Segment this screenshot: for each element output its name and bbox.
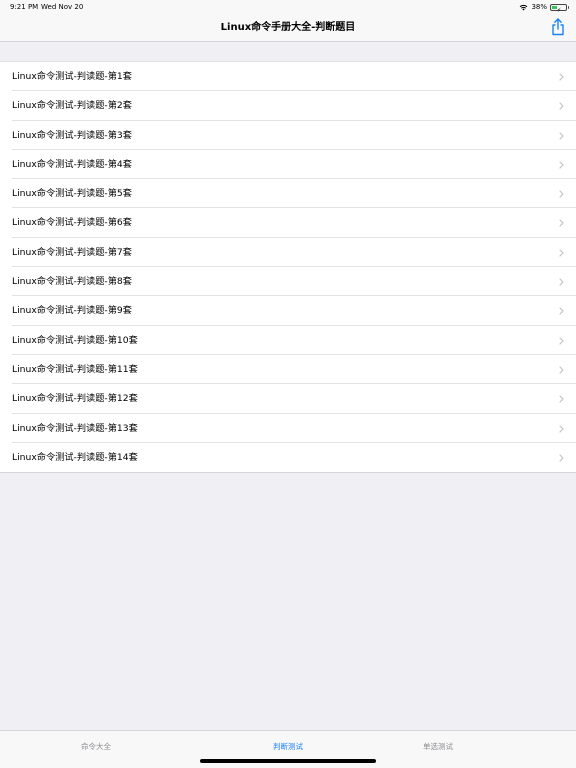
chevron-right-icon <box>559 366 564 374</box>
share-icon[interactable] <box>550 18 566 36</box>
chevron-right-icon <box>559 73 564 81</box>
battery-icon: ⚡ <box>550 3 569 14</box>
list-item[interactable]: Linux命令测试-判读题-第4套 <box>0 150 576 180</box>
list-item-label: Linux命令测试-判读题-第14套 <box>12 451 138 463</box>
list-item[interactable]: Linux命令测试-判读题-第6套 <box>0 208 576 238</box>
list-item-label: Linux命令测试-判读题-第8套 <box>12 276 132 288</box>
list-item[interactable]: Linux命令测试-判读题-第12套 <box>0 384 576 414</box>
tab-single-choice-test[interactable]: 单选测试 <box>382 741 494 752</box>
tab-command-list[interactable]: 命令大全 <box>40 741 152 752</box>
list-item[interactable]: Linux命令测试-判读题-第11套 <box>0 355 576 385</box>
list-item[interactable]: Linux命令测试-判读题-第5套 <box>0 179 576 209</box>
test-set-list: Linux命令测试-判读题-第1套 Linux命令测试-判读题-第2套 Linux命… <box>0 61 576 474</box>
chevron-right-icon <box>559 219 564 228</box>
tab-judgment-test[interactable]: 判断测试 <box>232 741 344 752</box>
page-title: Linux命令手册大全-判断题目 <box>220 22 356 33</box>
list-item-label: Linux命令测试-判读题-第13套 <box>12 422 138 434</box>
chevron-right-icon <box>559 249 564 257</box>
chevron-right-icon <box>559 395 564 403</box>
wifi-icon <box>520 4 528 10</box>
battery-percent: 38% <box>531 3 547 11</box>
chevron-right-icon <box>559 278 564 286</box>
status-bar: 9:21 PM Wed Nov 20 38% ⚡ <box>0 0 576 14</box>
list-item[interactable]: Linux命令测试-判读题-第10套 <box>0 326 576 355</box>
chevron-right-icon <box>559 454 564 462</box>
list-item[interactable]: Linux命令测试-判读题-第2套 <box>0 91 576 121</box>
list-item[interactable]: Linux命令测试-判读题-第9套 <box>0 296 576 326</box>
chevron-right-icon <box>559 337 564 345</box>
list-item-label: Linux命令测试-判读题-第1套 <box>12 71 132 82</box>
home-indicator[interactable] <box>200 759 376 763</box>
list-item-label: Linux命令测试-判读题-第7套 <box>12 246 132 258</box>
list-item-label: Linux命令测试-判读题-第2套 <box>12 100 132 112</box>
list-item[interactable]: Linux命令测试-判读题-第1套 <box>0 62 576 92</box>
list-item-label: Linux命令测试-判读题-第9套 <box>12 305 132 317</box>
list-item[interactable]: Linux命令测试-判读题-第3套 <box>0 121 576 150</box>
list-item-label: Linux命令测试-判读题-第4套 <box>12 158 132 170</box>
list-item-label: Linux命令测试-判读题-第3套 <box>12 129 132 141</box>
list-item-label: Linux命令测试-判读题-第10套 <box>12 334 138 346</box>
status-right: 38% ⚡ <box>519 0 569 14</box>
status-time: 9:21 PM <box>10 3 39 11</box>
chevron-right-icon <box>559 190 564 198</box>
chevron-right-icon <box>559 131 564 140</box>
list-item[interactable]: Linux命令测试-判读题-第8套 <box>0 267 576 297</box>
navigation-bar: Linux命令手册大全-判断题目 <box>0 14 576 42</box>
list-item-label: Linux命令测试-判读题-第5套 <box>12 188 132 200</box>
list-item-label: Linux命令测试-判读题-第11套 <box>12 363 138 375</box>
list-item[interactable]: Linux命令测试-判读题-第7套 <box>0 238 576 268</box>
list-item-label: Linux命令测试-判读题-第6套 <box>12 217 132 229</box>
chevron-right-icon <box>559 424 564 433</box>
chevron-right-icon <box>559 307 564 315</box>
chevron-right-icon <box>559 161 564 169</box>
list-item[interactable]: Linux命令测试-判读题-第13套 <box>0 414 576 443</box>
list-item-label: Linux命令测试-判读题-第12套 <box>12 393 138 405</box>
status-date: Wed Nov 20 <box>41 3 84 11</box>
chevron-right-icon <box>559 102 564 110</box>
list-item[interactable]: Linux命令测试-判读题-第14套 <box>0 443 576 472</box>
